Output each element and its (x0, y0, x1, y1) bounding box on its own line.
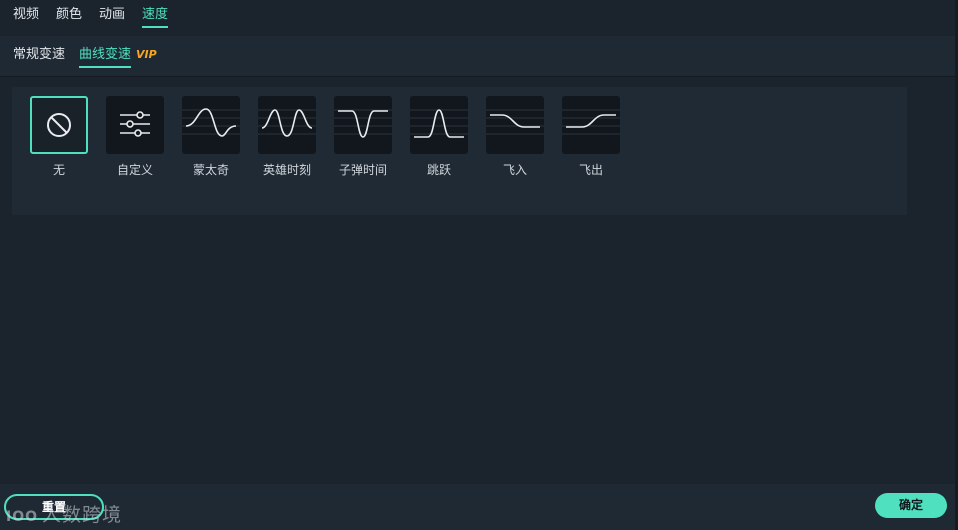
reset-button[interactable]: 重置 (4, 494, 104, 520)
preset-montage[interactable]: 蒙太奇 (181, 96, 241, 178)
tab-speed[interactable]: 速度 (142, 6, 169, 28)
preset-jump[interactable]: 跳跃 (409, 96, 469, 178)
preset-label: 蒙太奇 (192, 163, 229, 177)
curve-flyout-icon (562, 96, 620, 154)
speed-ramping-content: 无 自定义 蒙太奇 英雄时刻 子弹时间 跳跃 飞入 飞出 (0, 76, 958, 484)
preset-label: 自定义 (116, 163, 153, 177)
tab-animation[interactable]: 动画 (99, 6, 125, 28)
top-tab-bar: 视频 颜色 动画 速度 (0, 0, 958, 36)
preset-label: 无 (52, 163, 65, 177)
preset-bullet-time[interactable]: 子弹时间 (333, 96, 393, 178)
preset-label: 跳跃 (426, 163, 451, 177)
curve-montage-icon (182, 96, 240, 154)
preset-panel: 无 自定义 蒙太奇 英雄时刻 子弹时间 跳跃 飞入 飞出 (12, 87, 907, 215)
vip-badge: VIP (136, 48, 157, 61)
preset-fly-out[interactable]: 飞出 (561, 96, 621, 178)
sliders-icon (106, 96, 164, 154)
tab-color[interactable]: 颜色 (56, 6, 82, 28)
curve-flyin-icon (486, 96, 544, 154)
preset-custom[interactable]: 自定义 (105, 96, 165, 178)
preset-label: 英雄时刻 (262, 163, 311, 177)
curve-hero-icon (258, 96, 316, 154)
preset-label: 飞入 (502, 163, 527, 177)
tab-speed-ramping[interactable]: 曲线变速 (79, 46, 132, 68)
tab-video[interactable]: 视频 (13, 6, 39, 28)
preset-label: 飞出 (578, 163, 603, 177)
preset-hero-moment[interactable]: 英雄时刻 (257, 96, 317, 178)
none-icon (30, 96, 88, 154)
preset-label: 子弹时间 (338, 163, 387, 177)
curve-jump-icon (410, 96, 468, 154)
preset-none[interactable]: 无 (29, 96, 89, 178)
curve-bullet-icon (334, 96, 392, 154)
confirm-button[interactable]: 确定 (875, 493, 947, 518)
preset-fly-in[interactable]: 飞入 (485, 96, 545, 178)
tab-uniform-speed[interactable]: 常规变速 (13, 46, 65, 68)
footer-bar: 重置 确定 (0, 484, 958, 530)
